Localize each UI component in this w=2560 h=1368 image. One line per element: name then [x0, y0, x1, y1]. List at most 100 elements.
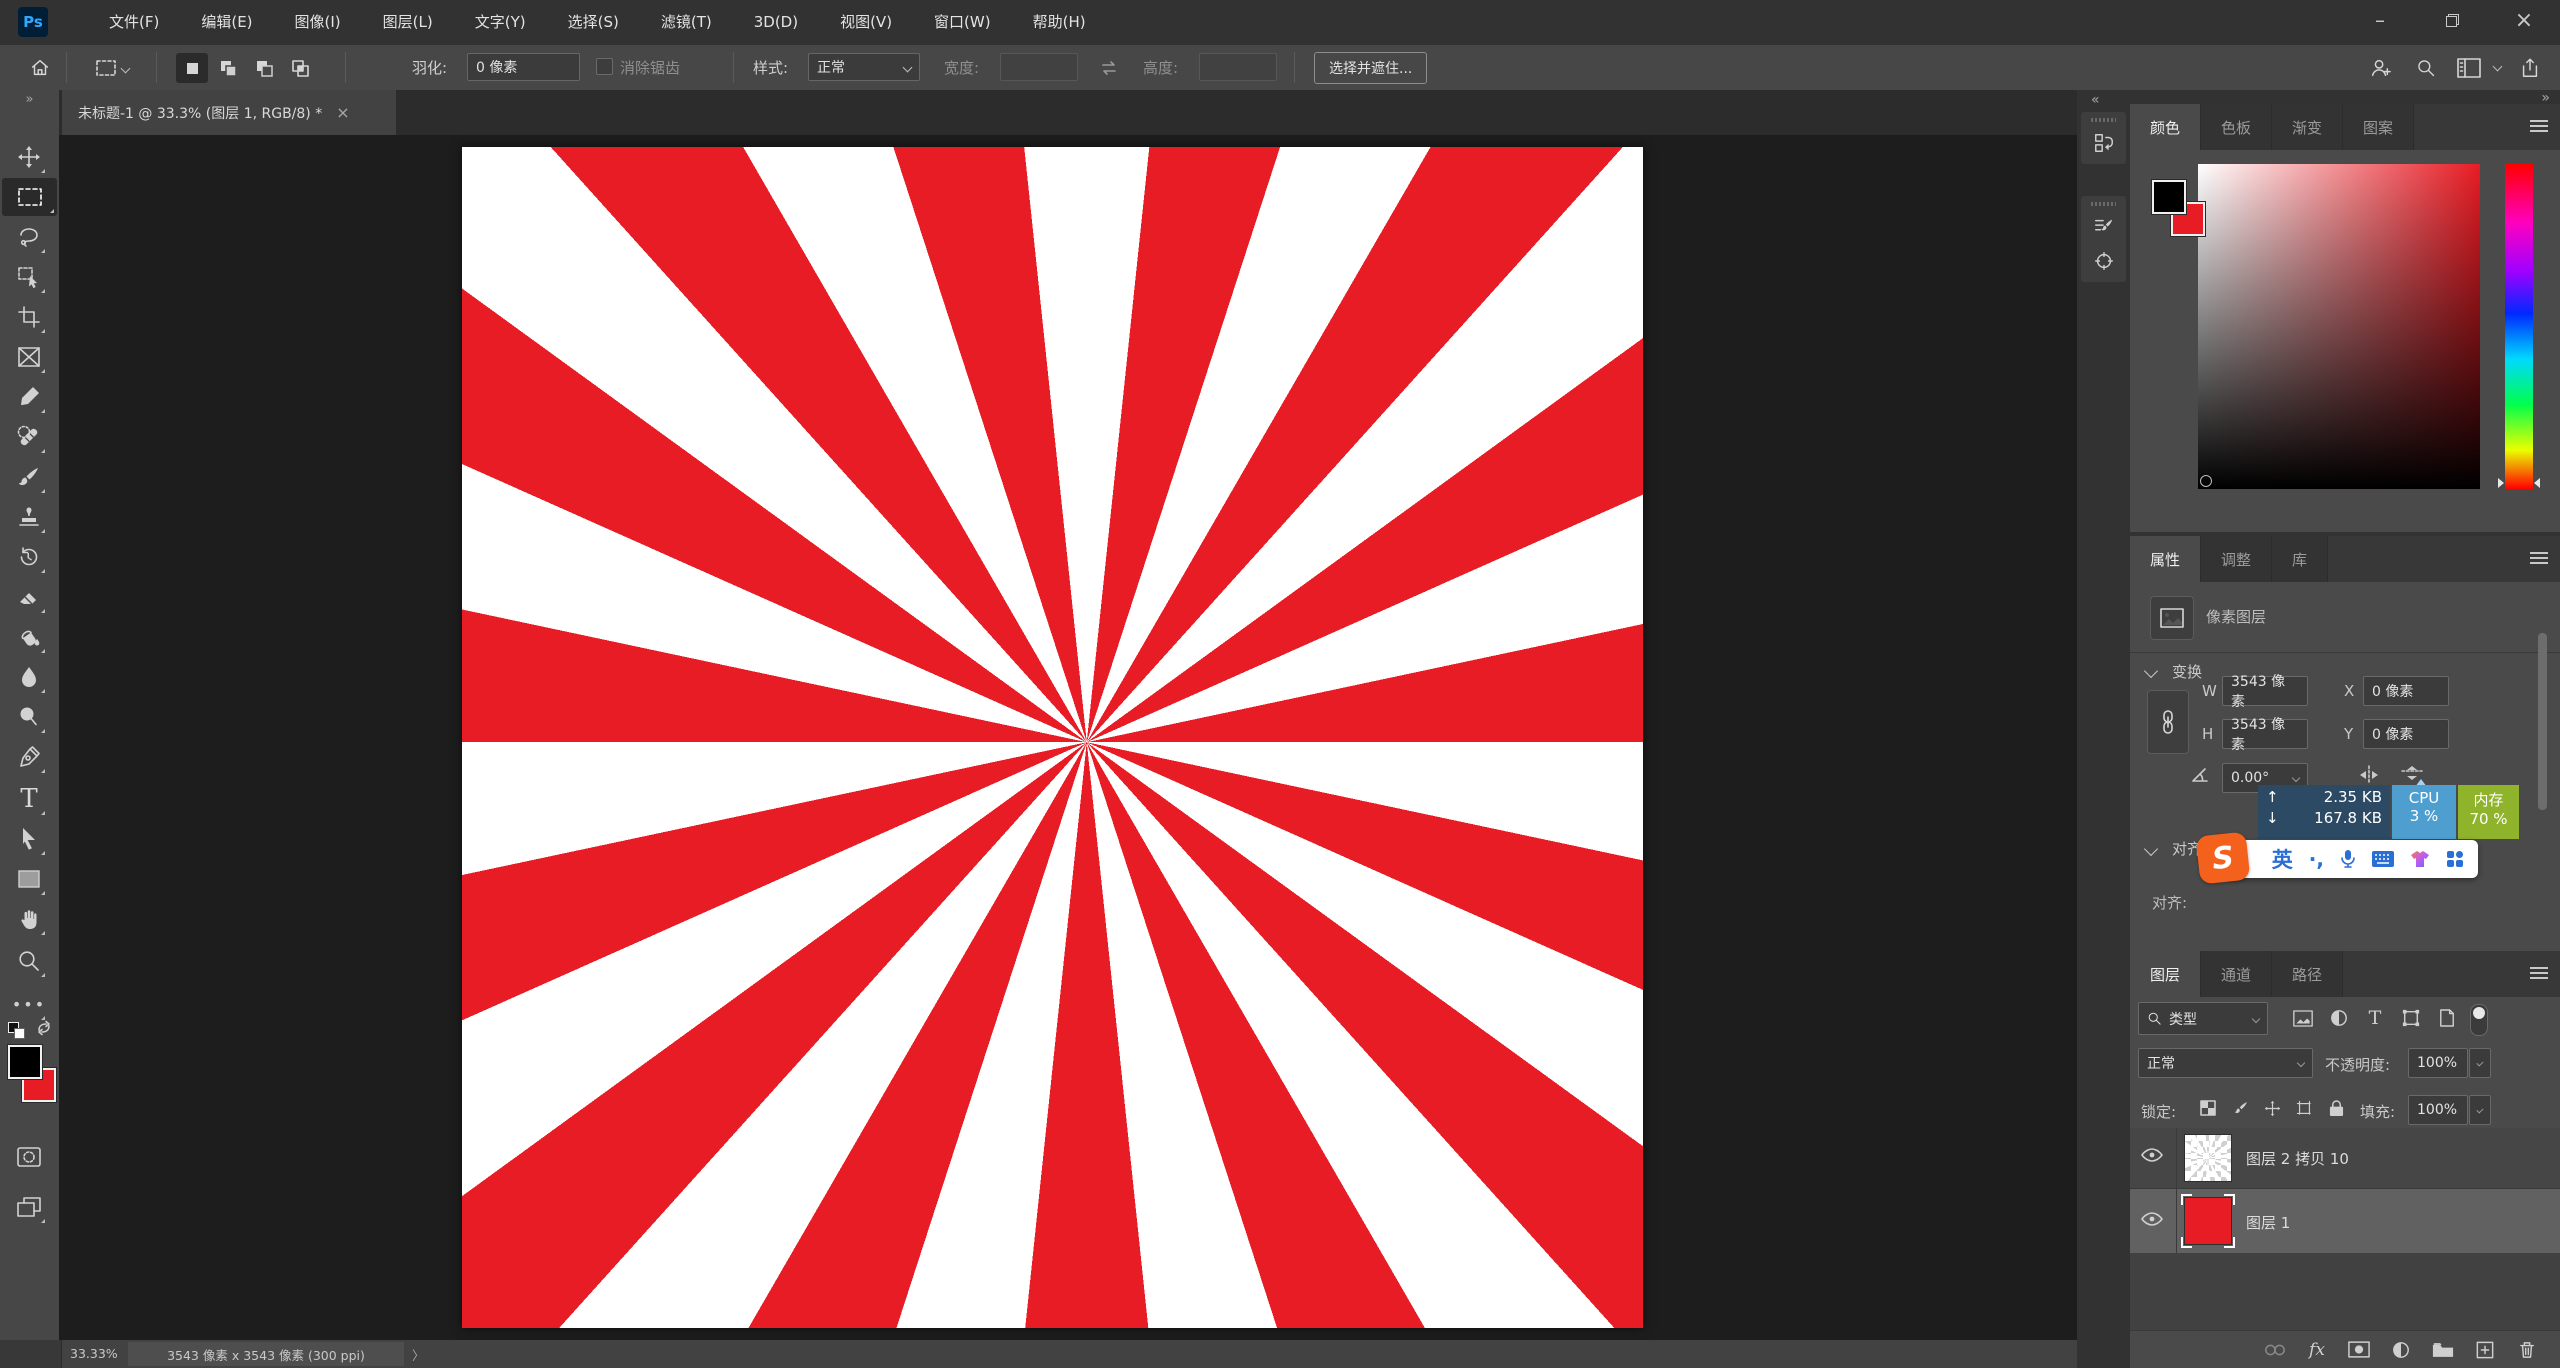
opacity-input[interactable]: 100%	[2408, 1048, 2468, 1078]
layers-empty-area[interactable]	[2130, 1253, 2560, 1330]
filter-smart-objects-icon[interactable]	[2434, 1004, 2460, 1032]
tab-close-icon[interactable]: ×	[336, 103, 349, 122]
feather-input[interactable]: 0 像素	[467, 53, 580, 81]
select-and-mask-button[interactable]: 选择并遮住...	[1314, 52, 1427, 84]
x-value-input[interactable]: 0 像素	[2363, 676, 2449, 706]
clone-source-panel-icon[interactable]	[2081, 244, 2126, 278]
ime-skin-icon[interactable]	[2410, 850, 2430, 868]
antialias-checkbox[interactable]	[596, 58, 613, 75]
layer-style-fx-icon[interactable]: fx	[2296, 1332, 2338, 1368]
quick-mask-button[interactable]	[10, 1138, 48, 1176]
transform-section-chevron-icon[interactable]	[2144, 664, 2158, 678]
swap-colors-icon[interactable]	[36, 1020, 52, 1036]
y-value-input[interactable]: 0 像素	[2363, 719, 2449, 749]
ime-microphone-icon[interactable]	[2340, 849, 2356, 869]
align-section-chevron-icon[interactable]	[2144, 842, 2158, 856]
panel-menu-icon[interactable]	[2530, 967, 2548, 980]
tab-layers[interactable]: 图层	[2130, 951, 2201, 997]
selection-mode-new[interactable]	[176, 53, 208, 83]
flip-horizontal-icon[interactable]	[2357, 765, 2381, 785]
panel-menu-icon[interactable]	[2530, 552, 2548, 565]
tab-gradients[interactable]: 渐变	[2272, 104, 2343, 150]
eraser-tool[interactable]	[10, 578, 48, 616]
share-invite-icon[interactable]	[2366, 54, 2394, 82]
crop-tool[interactable]	[10, 298, 48, 336]
tab-adjustments[interactable]: 调整	[2201, 536, 2272, 582]
hue-marker-right[interactable]	[2534, 478, 2540, 488]
blur-tool[interactable]	[10, 658, 48, 696]
selection-mode-subtract[interactable]	[248, 53, 280, 83]
lock-pixels-icon[interactable]	[2228, 1095, 2252, 1121]
ime-language-toggle[interactable]: 英	[2272, 844, 2293, 874]
ime-punctuation-toggle[interactable]: ·,	[2309, 847, 2324, 871]
menu-window[interactable]: 窗口(W)	[913, 0, 1012, 45]
history-brush-tool[interactable]	[10, 538, 48, 576]
saturation-brightness-field[interactable]	[2198, 164, 2480, 489]
lock-artboard-icon[interactable]	[2292, 1095, 2316, 1121]
new-adjustment-layer-icon[interactable]	[2380, 1332, 2422, 1368]
selection-mode-add[interactable]	[212, 53, 244, 83]
dodge-tool[interactable]	[10, 698, 48, 736]
filter-toggle[interactable]	[2470, 1004, 2488, 1036]
tab-paths[interactable]: 路径	[2272, 951, 2343, 997]
tab-swatches[interactable]: 色板	[2201, 104, 2272, 150]
layer-row-layer1-selected[interactable]: 图层 1	[2130, 1189, 2560, 1253]
hand-tool[interactable]	[10, 900, 48, 938]
tool-preset-marquee-icon[interactable]	[92, 54, 132, 82]
layer-thumbnail-rays[interactable]	[2184, 1134, 2232, 1182]
selection-mode-intersect[interactable]	[284, 53, 316, 83]
opacity-dropdown-icon[interactable]	[2469, 1048, 2491, 1078]
history-panel-icon[interactable]	[2081, 126, 2126, 160]
lock-transparency-icon[interactable]	[2196, 1095, 2220, 1121]
sogou-logo[interactable]: S	[2196, 832, 2251, 885]
filter-pixel-layers-icon[interactable]	[2290, 1004, 2316, 1032]
delete-layer-icon[interactable]	[2506, 1332, 2548, 1368]
minimize-button[interactable]: –	[2344, 0, 2416, 40]
layer-name[interactable]: 图层 1	[2246, 1212, 2290, 1233]
type-tool[interactable]: T	[10, 780, 48, 818]
eyedropper-tool[interactable]	[10, 378, 48, 416]
menu-filter[interactable]: 滤镜(T)	[640, 0, 733, 45]
menu-type[interactable]: 文字(Y)	[454, 0, 547, 45]
status-chevron-icon[interactable]: 〉	[412, 1345, 425, 1364]
menu-help[interactable]: 帮助(H)	[1012, 0, 1107, 45]
layer-filter-select[interactable]: 类型	[2138, 1002, 2268, 1035]
rectangle-tool[interactable]	[10, 860, 48, 898]
lasso-tool[interactable]	[10, 218, 48, 256]
pen-tool[interactable]	[10, 738, 48, 776]
ime-toolbox-icon[interactable]	[2446, 850, 2464, 868]
canvas-sunburst-artwork[interactable]	[462, 147, 1643, 1328]
menu-edit[interactable]: 编辑(E)	[180, 0, 273, 45]
constrain-link-icon[interactable]	[2147, 690, 2189, 754]
panel-grip[interactable]	[2091, 118, 2116, 122]
brush-settings-panel-icon[interactable]	[2081, 210, 2126, 244]
layer-name[interactable]: 图层 2 拷贝 10	[2246, 1148, 2349, 1169]
blend-mode-select[interactable]: 正常	[2138, 1048, 2313, 1078]
rectangular-marquee-tool[interactable]	[2, 178, 57, 216]
object-selection-tool[interactable]	[10, 258, 48, 296]
menu-file[interactable]: 文件(F)	[88, 0, 180, 45]
layer-thumbnail-red[interactable]	[2184, 1197, 2232, 1245]
menu-3d[interactable]: 3D(D)	[733, 0, 819, 45]
lock-all-icon[interactable]	[2324, 1095, 2348, 1121]
fill-dropdown-icon[interactable]	[2469, 1095, 2491, 1125]
filter-adjustment-layers-icon[interactable]	[2326, 1004, 2352, 1032]
menu-view[interactable]: 视图(V)	[819, 0, 913, 45]
layer-row-copy10[interactable]: 图层 2 拷贝 10	[2130, 1128, 2560, 1189]
properties-scrollbar[interactable]	[2538, 633, 2547, 810]
frame-tool[interactable]	[10, 338, 48, 376]
panel-menu-icon[interactable]	[2530, 120, 2548, 133]
clone-stamp-tool[interactable]	[10, 498, 48, 536]
zoom-tool[interactable]	[10, 942, 48, 980]
ime-keyboard-icon[interactable]	[2372, 851, 2394, 867]
tab-patterns[interactable]: 图案	[2343, 104, 2414, 150]
filter-type-layers-icon[interactable]: T	[2362, 1004, 2388, 1032]
dock-collapse-left-icon[interactable]: «	[2091, 92, 2100, 108]
tab-color[interactable]: 颜色	[2130, 104, 2201, 150]
tab-channels[interactable]: 通道	[2201, 951, 2272, 997]
visibility-eye-icon[interactable]	[2140, 1210, 2166, 1232]
path-selection-tool[interactable]	[10, 820, 48, 858]
swap-dimensions-icon[interactable]	[1095, 54, 1123, 82]
pasteboard[interactable]	[59, 135, 2077, 1340]
width-value-input[interactable]: 3543 像素	[2222, 676, 2308, 706]
